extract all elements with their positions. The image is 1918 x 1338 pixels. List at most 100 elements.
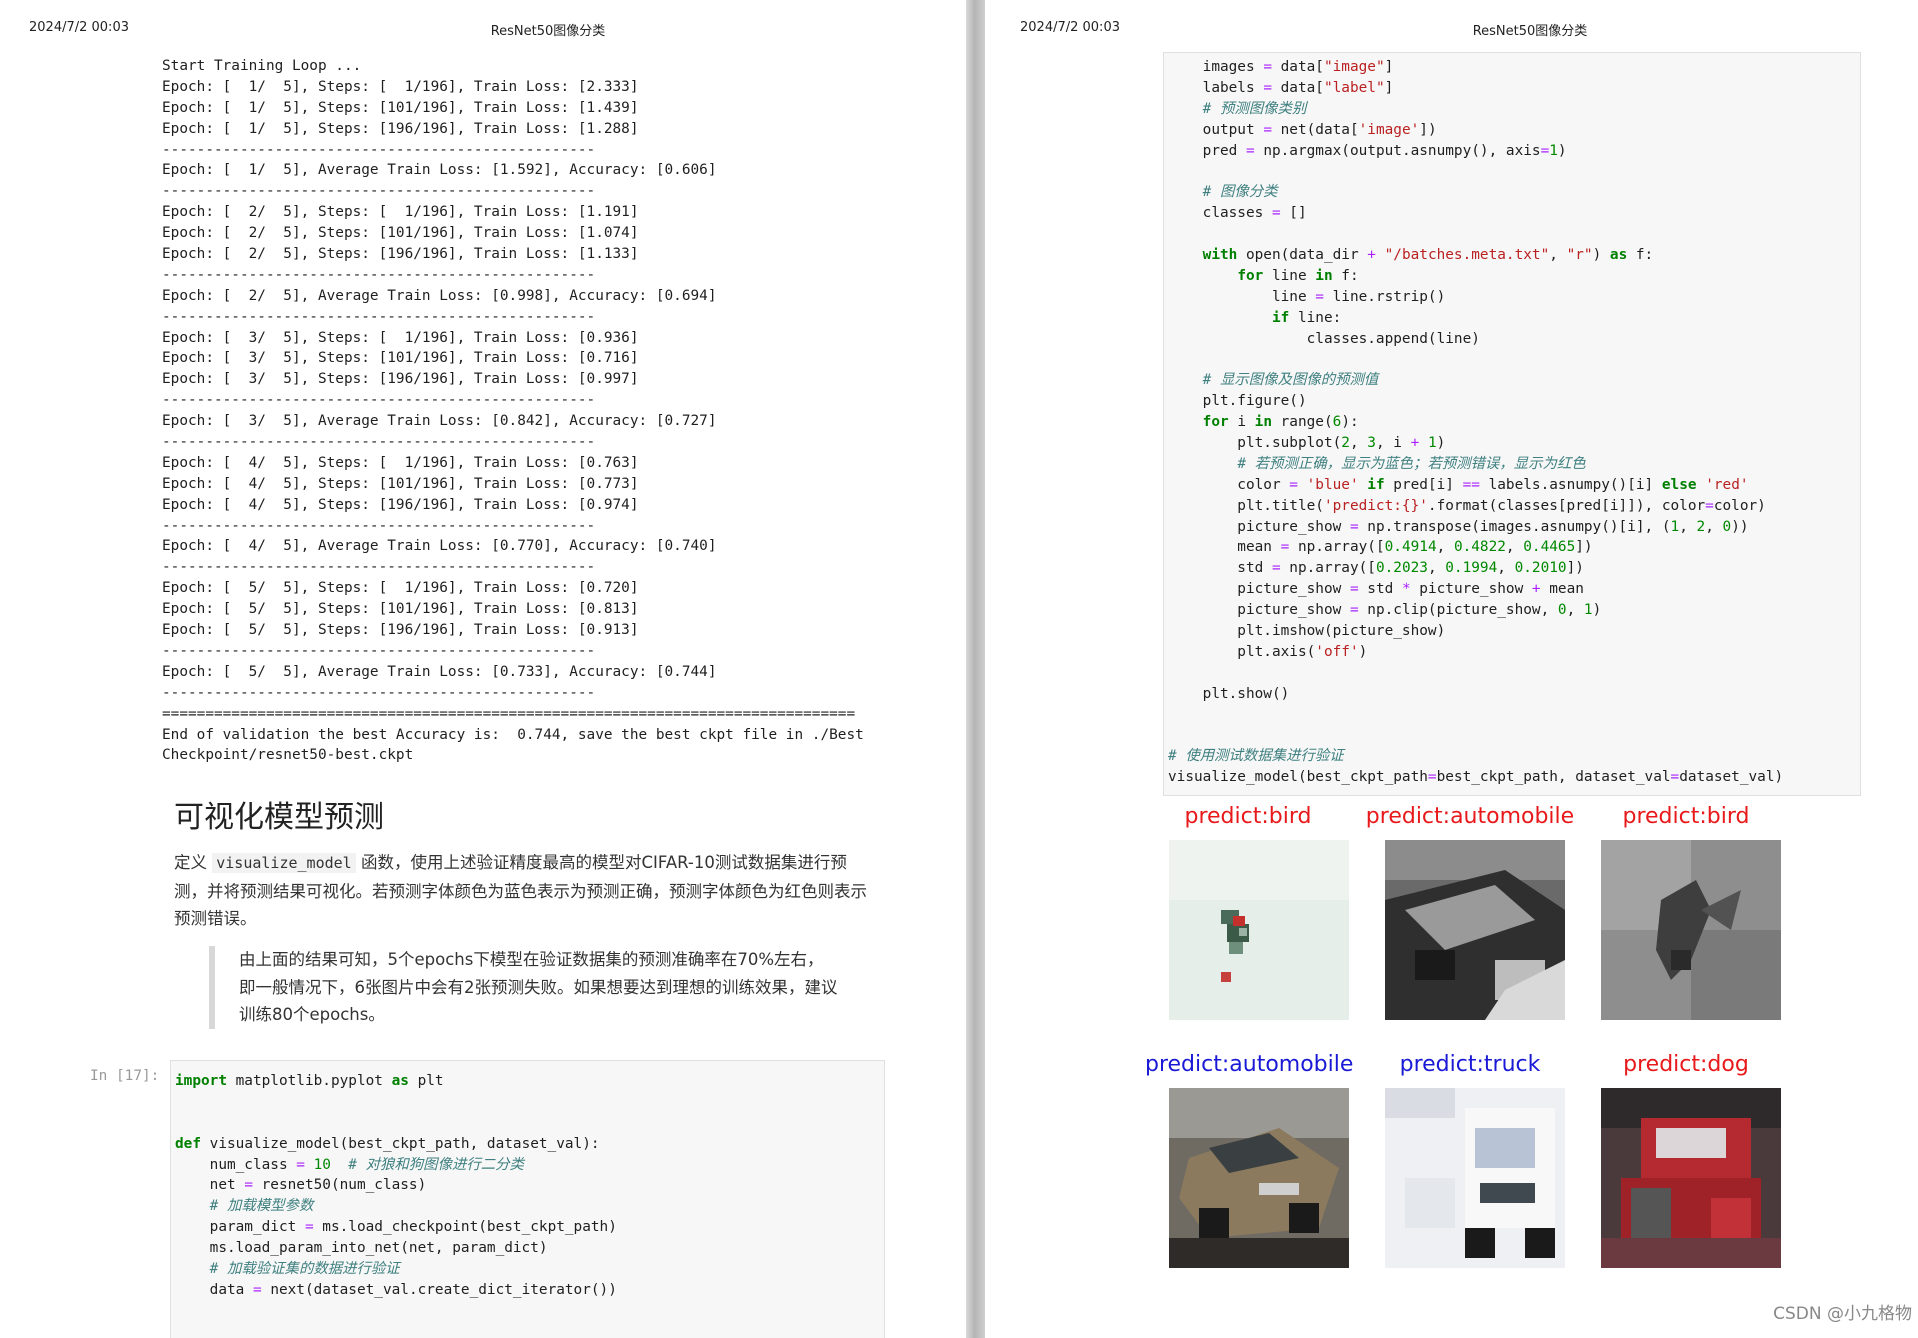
code-token: 'red': [1705, 476, 1749, 493]
code-token: 10: [313, 1156, 331, 1173]
prediction-label: predict:automobile: [1365, 804, 1575, 829]
para-before: 定义: [174, 853, 207, 872]
code-token: ]: [1384, 59, 1394, 75]
right-page: 2024/7/2 00:03 ResNet50图像分类 images = dat…: [985, 0, 1918, 1338]
prediction-image-car: [1169, 1088, 1349, 1268]
code-token: data: [175, 1281, 253, 1298]
code-token: +: [1410, 435, 1420, 452]
code-token: color: [1168, 476, 1290, 493]
output-line: Epoch: [ 3/ 5], Steps: [ 1/196], Train L…: [162, 329, 639, 346]
code-token: =: [1271, 205, 1281, 222]
code-token: =: [1349, 518, 1359, 535]
code-token: 0.1994: [1445, 560, 1498, 577]
code-token: as: [391, 1073, 409, 1089]
code-token: labels: [1168, 79, 1264, 96]
code-token: for: [1237, 267, 1264, 284]
prediction-image-grayscale-bird: [1601, 840, 1781, 1020]
code-token: =: [1263, 79, 1272, 96]
code-token: else: [1661, 476, 1697, 493]
code-token: def: [175, 1135, 201, 1152]
code-cell-visualize-model[interactable]: import matplotlib.pyplot as plt def visu…: [170, 1060, 885, 1338]
training-output: Start Training Loop ... Epoch: [ 1/ 5], S…: [162, 56, 922, 766]
code-line: plt.title('predict:{}'.format(classes[pr…: [1168, 496, 1860, 517]
code-token: .format(classes[pred[i]]), color: [1427, 497, 1706, 514]
output-line: ----------------------------------------…: [162, 559, 596, 576]
code-token: resnet50(num_class): [252, 1177, 427, 1194]
output-line: Epoch: [ 2/ 5], Average Train Loss: [0.9…: [162, 287, 717, 304]
code-token: =: [1349, 581, 1359, 598]
code-token: output: [1168, 121, 1264, 138]
code-token: # 对狼和狗图像进行二分类: [348, 1156, 524, 1173]
code-token: f:: [1332, 267, 1359, 284]
code-token: =: [1263, 121, 1272, 138]
code-token: plt.title(: [1168, 497, 1324, 514]
code-line: pred = np.argmax(output.asnumpy(), axis=…: [1168, 141, 1860, 162]
code-line: # 若预测正确，显示为蓝色；若预测错误，显示为红色: [1168, 454, 1860, 475]
code-token: =: [1705, 497, 1714, 514]
code-token: 0.4465: [1523, 539, 1576, 556]
code-token: ms.load_checkpoint(best_ckpt_path): [313, 1219, 617, 1236]
header-title: ResNet50图像分类: [490, 24, 606, 39]
code-line: net = resnet50(num_class): [175, 1175, 884, 1196]
code-token: +: [1531, 581, 1541, 598]
code-token: , i: [1375, 435, 1411, 452]
section-title: 可视化模型预测: [174, 800, 384, 835]
code-token: line.rstrip(): [1323, 288, 1446, 305]
code-token: net(data[: [1271, 121, 1359, 138]
code-token: 'blue': [1306, 476, 1359, 493]
code-token: "/batches.meta.txt": [1384, 247, 1550, 264]
code-line: classes.append(line): [1168, 329, 1860, 350]
code-token: line: [1168, 288, 1316, 305]
code-cell-continued[interactable]: images = data["image"] labels = data["la…: [1163, 52, 1861, 796]
code-token: dataset_val): [1679, 769, 1784, 786]
code-token: np.argmax(output.asnumpy(), axis: [1254, 142, 1541, 159]
prediction-label: predict:bird: [1622, 804, 1750, 829]
header-date: 2024/7/2 00:03: [29, 20, 129, 35]
code-token: 2: [1696, 518, 1706, 535]
output-line: Epoch: [ 2/ 5], Steps: [101/196], Train …: [162, 225, 639, 242]
code-token: =: [1245, 142, 1255, 159]
code-token: ==: [1462, 476, 1480, 493]
output-line: ----------------------------------------…: [162, 141, 596, 158]
output-line: ----------------------------------------…: [162, 517, 596, 534]
code-token: 1: [1583, 602, 1593, 619]
code-token: ]): [1419, 121, 1437, 138]
prediction-image-bird: [1169, 840, 1349, 1020]
output-line: Epoch: [ 5/ 5], Steps: [101/196], Train …: [162, 601, 639, 618]
prediction-label: predict:dog: [1623, 1052, 1749, 1077]
output-line: ----------------------------------------…: [162, 392, 596, 409]
code-token: mean: [1168, 539, 1281, 556]
code-token: # 若预测正确，显示为蓝色；若预测错误，显示为红色: [1237, 455, 1586, 472]
code-token: ): [1436, 435, 1446, 452]
code-token: # 预测图像类别: [1202, 100, 1307, 117]
code-token: plt.figure(): [1168, 393, 1307, 410]
code-line: mean = np.array([0.4914, 0.4822, 0.4465]…: [1168, 537, 1860, 558]
page-divider: [966, 0, 985, 1338]
code-token: import: [175, 1073, 227, 1089]
code-token: ,: [1497, 560, 1515, 577]
code-token: best_ckpt_path, dataset_val: [1436, 769, 1671, 786]
code-line: plt.figure(): [1168, 391, 1860, 412]
code-line: # 使用测试数据集进行验证: [1168, 746, 1860, 767]
code-line: picture_show = std * picture_show + mean: [1168, 579, 1860, 600]
code-token: 0.4914: [1384, 539, 1437, 556]
code-line: # 加载模型参数: [175, 1196, 884, 1217]
code-line: plt.subplot(2, 3, i + 1): [1168, 433, 1860, 454]
cell-prompt: In [17]:: [90, 1068, 160, 1084]
code-token: =: [1263, 59, 1272, 75]
output-line: ----------------------------------------…: [162, 434, 596, 451]
output-line: Epoch: [ 1/ 5], Steps: [ 1/196], Train L…: [162, 78, 639, 95]
code-token: "image": [1323, 59, 1385, 75]
